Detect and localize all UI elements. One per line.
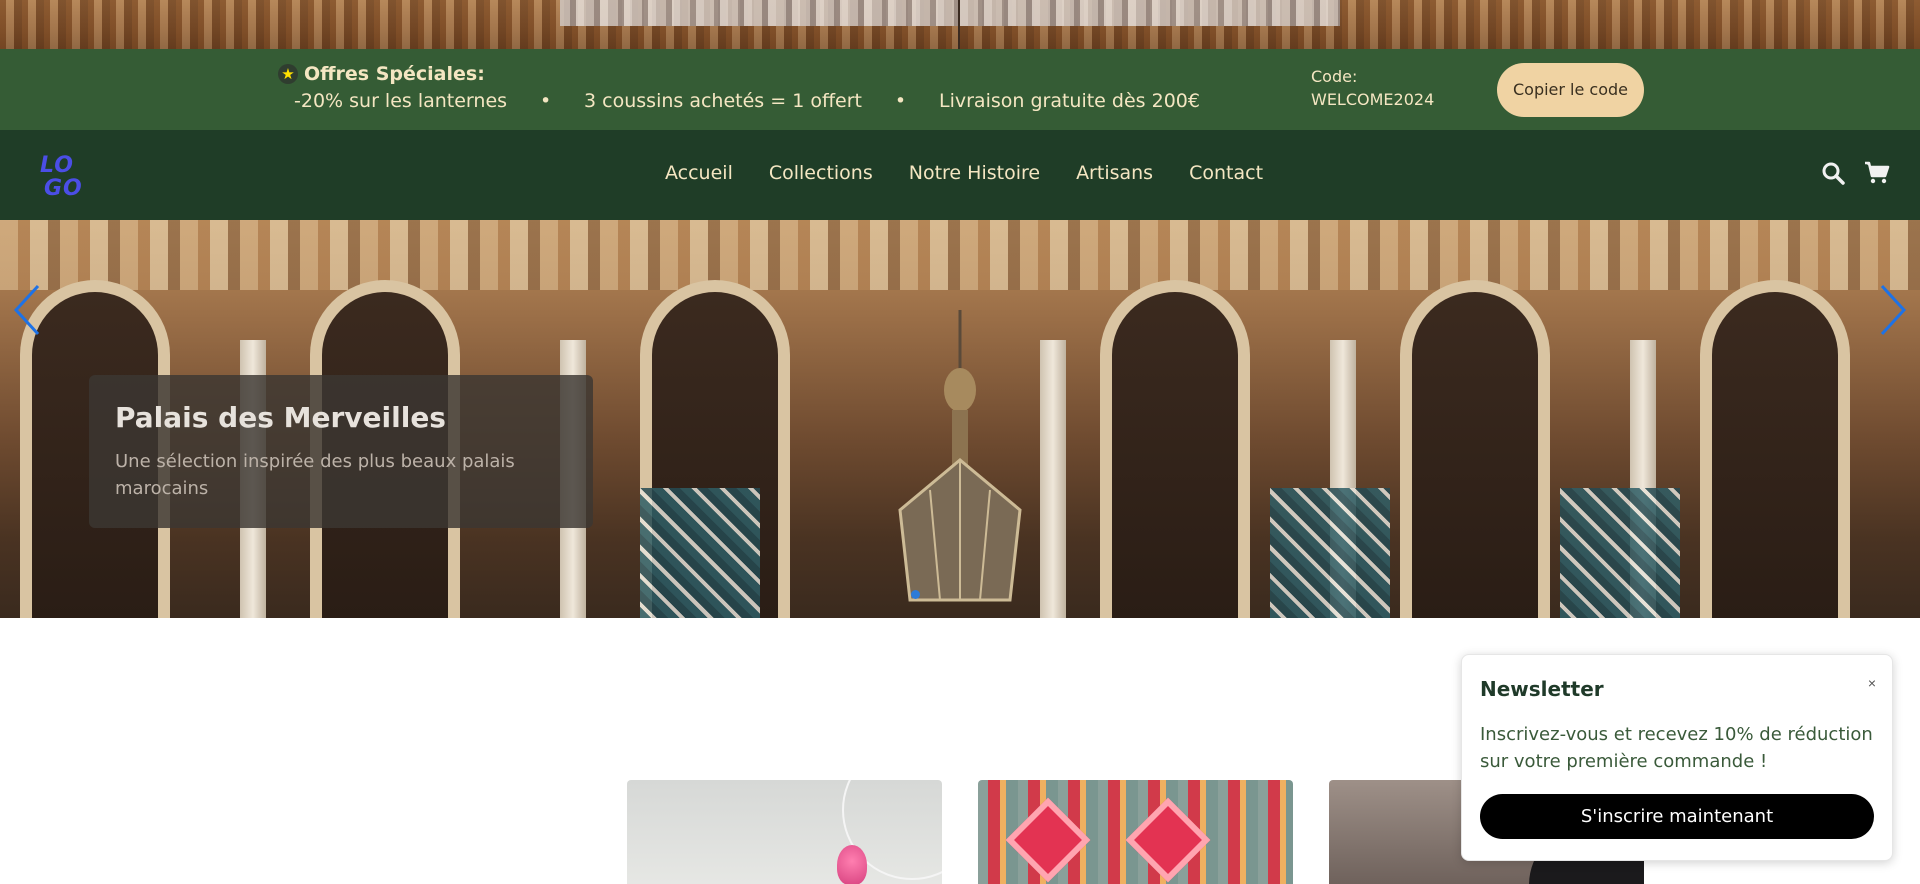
star-icon: ★ [278, 64, 298, 84]
hero-caption: Palais des Merveilles Une sélection insp… [89, 375, 593, 528]
main-navbar: LO GO Accueil Collections Notre Histoire… [0, 130, 1920, 220]
ceiling-frieze [560, 0, 1340, 26]
nav-item-contact[interactable]: Contact [1189, 162, 1263, 184]
close-icon[interactable]: × [1868, 675, 1876, 691]
logo[interactable]: LO GO [38, 152, 90, 201]
hero-arch [1100, 280, 1250, 618]
search-icon[interactable] [1820, 160, 1846, 186]
nav-item-artisans[interactable]: Artisans [1076, 162, 1153, 184]
chevron-right-icon[interactable] [1872, 280, 1912, 340]
product-image [1125, 797, 1211, 883]
offer-item: -20% sur les lanternes [294, 90, 508, 112]
offer-separator: • [894, 90, 907, 112]
offer-item: 3 coussins achetés = 1 offert [584, 90, 862, 112]
newsletter-text: Inscrivez-vous et recevez 10% de réducti… [1480, 724, 1873, 772]
hero-tile-panel [1560, 488, 1680, 618]
hero-ornament-band [0, 220, 1920, 290]
hero-slider: Palais des Merveilles Une sélection insp… [0, 220, 1920, 618]
hero-arch [1400, 280, 1550, 618]
chevron-left-icon[interactable] [8, 280, 48, 340]
offer-item: Livraison gratuite dès 200€ [939, 90, 1200, 112]
hero-title: Palais des Merveilles [115, 401, 446, 434]
promo-title-text: Offres Spéciales: [304, 63, 485, 85]
newsletter-popup: Newsletter × Inscrivez-vous et recevez 1… [1461, 654, 1893, 861]
product-image [837, 845, 867, 884]
nav-item-notre-histoire[interactable]: Notre Histoire [909, 162, 1040, 184]
offers-list: -20% sur les lanternes • 3 coussins ache… [294, 90, 1200, 112]
cart-icon[interactable] [1864, 160, 1890, 186]
promo-code-label: Code: WELCOME2024 [1311, 67, 1435, 109]
product-card[interactable] [978, 780, 1293, 884]
nav-icons [1820, 160, 1890, 186]
promo-title: ★ Offres Spéciales: [278, 63, 485, 85]
lantern-chain [958, 0, 964, 49]
hero-lantern [898, 310, 1022, 602]
slider-dot-active[interactable] [911, 590, 920, 599]
nav-item-collections[interactable]: Collections [769, 162, 873, 184]
hero-background-top [0, 0, 1920, 49]
offer-separator: • [539, 90, 552, 112]
svg-text:LO: LO [40, 153, 74, 178]
hero-tile-panel [1270, 488, 1390, 618]
logo-mark: LO GO [40, 153, 83, 201]
hero-subtitle: Une sélection inspirée des plus beaux pa… [115, 451, 515, 499]
newsletter-subscribe-button[interactable]: S'inscrire maintenant [1480, 794, 1874, 839]
product-image [1005, 797, 1091, 883]
hero-tile-panel [640, 488, 760, 618]
newsletter-title: Newsletter [1480, 677, 1604, 701]
hero-arch [1700, 280, 1850, 618]
product-card[interactable] [627, 780, 942, 884]
copy-code-button[interactable]: Copier le code [1497, 63, 1644, 117]
nav-item-accueil[interactable]: Accueil [665, 162, 733, 184]
svg-text:GO: GO [44, 176, 83, 198]
nav-links: Accueil Collections Notre Histoire Artis… [665, 162, 1299, 184]
promo-bar: ★ Offres Spéciales: -20% sur les lantern… [0, 49, 1920, 130]
